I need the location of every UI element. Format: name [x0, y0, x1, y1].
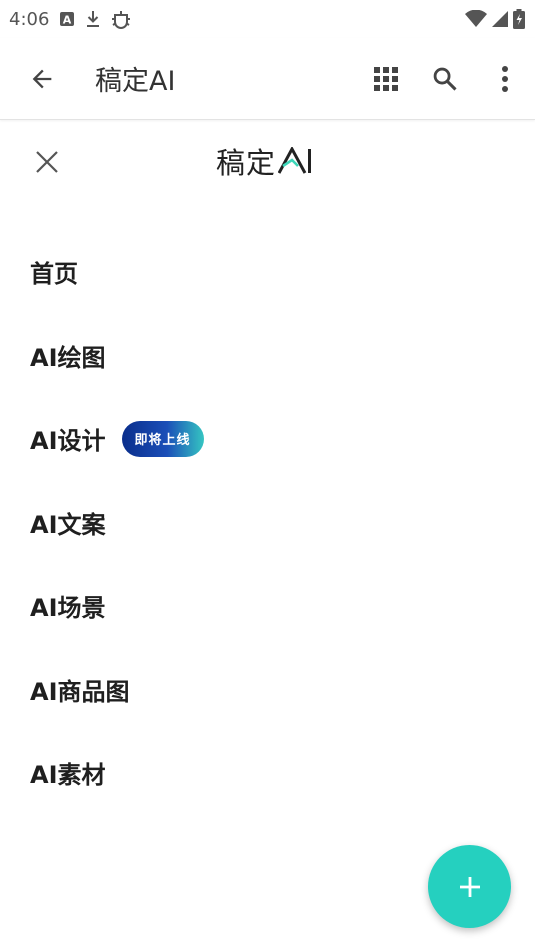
- wifi-icon: [465, 10, 487, 28]
- menu-item-ai-assets[interactable]: AI素材: [30, 731, 510, 815]
- back-icon[interactable]: [22, 59, 62, 99]
- status-left: 4:06 A: [9, 9, 131, 30]
- menu-item-home[interactable]: 首页: [30, 230, 510, 314]
- logo-ai: [278, 147, 312, 175]
- app-bar: 稿定AI: [0, 38, 535, 120]
- close-icon[interactable]: [28, 143, 66, 181]
- coming-soon-badge: 即将上线: [121, 420, 204, 457]
- menu-item-ai-scene[interactable]: AI场景: [30, 564, 510, 648]
- menu-item-ai-product-image[interactable]: AI商品图: [30, 648, 510, 732]
- logo-text: 稿定: [216, 146, 277, 180]
- search-icon[interactable]: [425, 59, 465, 99]
- plus-icon: [459, 876, 480, 897]
- logo-ai-mark: [278, 147, 312, 174]
- apps-grid-icon[interactable]: [366, 59, 406, 99]
- menu-item-label: AI设计: [30, 427, 106, 456]
- page-title: 稿定AI: [95, 66, 176, 97]
- status-right: [465, 9, 525, 29]
- menu-item-ai-drawing[interactable]: AI绘图: [30, 314, 510, 398]
- logo: 稿定: [216, 141, 312, 181]
- menu-list: 首页 AI绘图 AI设计 即将上线 AI文案 AI场景 AI商品图 AI素材: [30, 230, 510, 815]
- menu-item-ai-copywriting[interactable]: AI文案: [30, 481, 510, 565]
- menu-header: 稿定: [0, 121, 535, 203]
- signal-icon: [491, 10, 509, 28]
- menu-item-label: AI绘图: [30, 343, 106, 372]
- status-time: 4:06: [9, 8, 50, 30]
- menu-item-ai-design[interactable]: AI设计 即将上线: [30, 397, 510, 481]
- add-fab-button[interactable]: [428, 845, 511, 928]
- status-bar: 4:06 A: [0, 0, 535, 38]
- svg-text:A: A: [63, 14, 72, 27]
- menu-item-label: AI文案: [30, 510, 106, 539]
- a-badge-icon: A: [59, 11, 75, 27]
- download-icon: [85, 10, 101, 28]
- bug-icon: [111, 9, 131, 29]
- menu-item-label: AI场景: [30, 594, 106, 623]
- menu-item-label: 首页: [30, 260, 78, 289]
- menu-item-label: AI商品图: [30, 677, 130, 706]
- battery-icon: [513, 9, 525, 29]
- menu-item-label: AI素材: [30, 761, 106, 790]
- more-vert-icon[interactable]: [485, 59, 525, 99]
